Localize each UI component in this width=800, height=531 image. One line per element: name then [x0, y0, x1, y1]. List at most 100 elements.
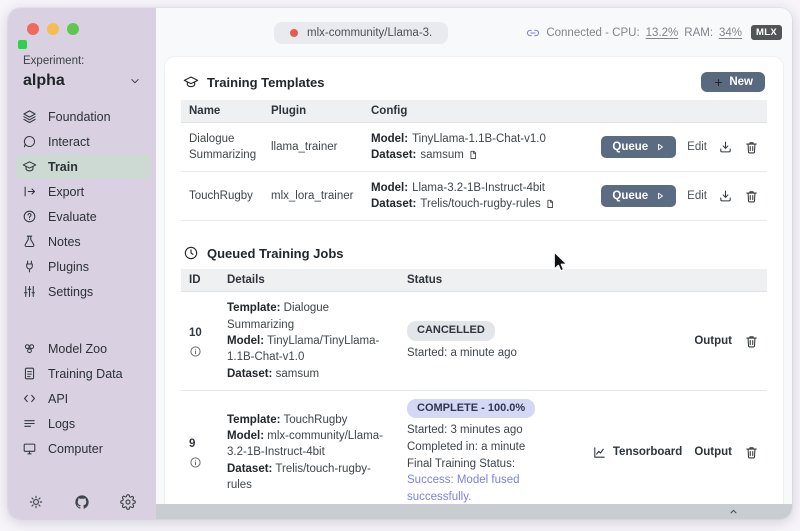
- job-actions: Output: [589, 292, 767, 392]
- sidebar-item-notes[interactable]: Notes: [16, 229, 150, 254]
- graduation-cap-icon: [183, 74, 199, 90]
- new-button-label: New: [729, 76, 753, 88]
- sidebar-item-label: API: [48, 391, 69, 406]
- template-name: TouchRugby: [181, 172, 263, 222]
- column-header-details: Details: [219, 269, 399, 293]
- experiment-selector[interactable]: alpha: [23, 72, 142, 90]
- window-controls: [8, 8, 156, 35]
- column-header-id: ID: [181, 269, 219, 293]
- training-templates-table: Name Plugin Config Dialogue Summarizing …: [181, 100, 767, 222]
- sidebar-item-label: Computer: [48, 441, 103, 456]
- experiment-name: alpha: [23, 72, 65, 89]
- chart-line-icon: [592, 445, 607, 460]
- delete-template-button[interactable]: [744, 189, 759, 204]
- document-icon: [22, 366, 37, 381]
- template-plugin: mlx_lora_trainer: [263, 172, 363, 222]
- sidebar: Experiment: alpha Foundation Interact Tr…: [8, 8, 156, 519]
- job-status: COMPLETE - 100.0% Started: 3 minutes ago…: [399, 391, 589, 504]
- status-success-message: Success: Model fused successfully.: [407, 474, 520, 504]
- monitor-icon: [22, 441, 37, 456]
- sidebar-item-evaluate[interactable]: Evaluate: [16, 204, 150, 229]
- play-icon: [655, 142, 665, 152]
- tensorboard-button[interactable]: Tensorboard: [592, 444, 682, 460]
- model-value: Llama-3.2-1B-Instruct-4bit: [412, 182, 546, 195]
- column-header-status: Status: [399, 269, 589, 293]
- sidebar-item-label: Evaluate: [48, 209, 97, 224]
- download-button[interactable]: [718, 189, 733, 204]
- new-template-button[interactable]: New: [701, 72, 765, 92]
- sidebar-item-model-zoo[interactable]: Model Zoo: [16, 336, 150, 361]
- template-plugin: llama_trainer: [263, 123, 363, 173]
- experiment-label: Experiment:: [23, 55, 85, 67]
- plug-icon: [22, 259, 37, 274]
- model-value: TinyLlama-1.1B-Chat-v1.0: [412, 133, 546, 145]
- status-started: Started: a minute ago: [407, 346, 517, 359]
- sidebar-item-logs[interactable]: Logs: [16, 411, 150, 436]
- queue-button[interactable]: Queue: [601, 185, 677, 208]
- clock-icon: [183, 245, 199, 261]
- sidebar-item-interact[interactable]: Interact: [16, 129, 150, 154]
- ram-value: 34%: [719, 26, 743, 39]
- foundation-model-pill[interactable]: mlx-community/Llama-3.: [274, 21, 449, 44]
- sidebar-item-train[interactable]: Train: [16, 154, 150, 179]
- sidebar-item-plugins[interactable]: Plugins: [16, 254, 150, 279]
- sidebar-item-label: Training Data: [48, 366, 123, 381]
- close-window-button[interactable]: [27, 23, 39, 35]
- column-header-name: Name: [181, 100, 263, 123]
- column-header-config: Config: [363, 100, 602, 123]
- info-icon[interactable]: [189, 456, 202, 469]
- output-button[interactable]: Output: [694, 444, 732, 460]
- status-badge: CANCELLED: [407, 321, 495, 341]
- template-name: Dialogue Summarizing: [181, 123, 263, 173]
- file-icon[interactable]: [468, 150, 478, 160]
- sidebar-item-label: Notes: [48, 234, 81, 249]
- flask-icon: [22, 234, 37, 249]
- info-icon[interactable]: [189, 345, 202, 358]
- edit-button[interactable]: Edit: [687, 139, 707, 155]
- training-templates-header: Training Templates New: [181, 66, 767, 100]
- sidebar-item-api[interactable]: API: [16, 386, 150, 411]
- plus-icon: [713, 77, 724, 88]
- template-label: Template:: [227, 413, 281, 426]
- model-label: Model:: [227, 335, 265, 348]
- tensorboard-label: Tensorboard: [612, 446, 683, 459]
- content-panel: Training Templates New Name Plugin Confi…: [165, 57, 783, 504]
- github-icon[interactable]: [74, 494, 90, 510]
- secondary-nav: Model Zoo Training Data API Logs Compute…: [16, 336, 150, 461]
- job-id-value: 10: [189, 326, 202, 339]
- dataset-label: Dataset:: [227, 462, 273, 475]
- bottom-drawer-bar[interactable]: [156, 504, 792, 519]
- queue-button[interactable]: Queue: [601, 136, 677, 159]
- job-details: Template: TouchRugby Model: mlx-communit…: [219, 391, 399, 504]
- connection-status[interactable]: Connected - CPU: 13.2% RAM: 34% MLX: [526, 25, 782, 40]
- sidebar-item-export[interactable]: Export: [16, 179, 150, 204]
- main-area: mlx-community/Llama-3. Connected - CPU: …: [156, 8, 792, 519]
- sidebar-item-training-data[interactable]: Training Data: [16, 361, 150, 386]
- queue-button-label: Queue: [612, 190, 649, 203]
- settings-gear-icon[interactable]: [120, 494, 136, 510]
- delete-template-button[interactable]: [744, 140, 759, 155]
- job-details: Template: Dialogue Summarizing Model: Ti…: [219, 292, 399, 392]
- export-arrow-icon: [22, 184, 37, 199]
- output-button[interactable]: Output: [694, 333, 732, 349]
- sidebar-item-label: Model Zoo: [48, 341, 108, 356]
- shapes-icon: [22, 341, 37, 356]
- minimize-window-button[interactable]: [47, 23, 59, 35]
- status-badge: COMPLETE - 100.0%: [407, 399, 536, 419]
- sidebar-item-foundation[interactable]: Foundation: [16, 104, 150, 129]
- theme-sun-icon[interactable]: [28, 494, 44, 510]
- template-label: Template:: [227, 302, 281, 315]
- topbar: mlx-community/Llama-3. Connected - CPU: …: [156, 8, 792, 57]
- download-button[interactable]: [718, 140, 733, 155]
- dataset-label: Dataset:: [371, 198, 417, 211]
- trash-icon: [744, 445, 759, 460]
- edit-button[interactable]: Edit: [687, 188, 707, 204]
- delete-job-button[interactable]: [744, 445, 759, 460]
- lines-icon: [22, 416, 37, 431]
- file-icon[interactable]: [545, 199, 555, 209]
- sidebar-item-computer[interactable]: Computer: [16, 436, 150, 461]
- ram-label: RAM:: [684, 26, 714, 39]
- zoom-window-button[interactable]: [67, 23, 79, 35]
- delete-job-button[interactable]: [744, 334, 759, 349]
- sidebar-item-settings[interactable]: Settings: [16, 279, 150, 304]
